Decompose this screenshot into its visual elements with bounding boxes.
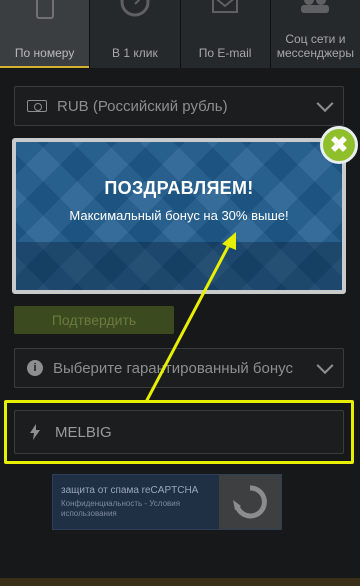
bonus-select[interactable]: i Выберите гарантированный бонус [14,348,344,388]
confirm-button[interactable]: Подтвердить [14,306,174,334]
recaptcha-icon [219,475,281,529]
promo-code-value: MELBIG [55,423,112,441]
chevron-down-icon [316,357,334,375]
recaptcha-links[interactable]: Конфиденциальность - Условия использован… [61,499,219,519]
tab-label: По E-mail [198,46,252,60]
info-icon: i [27,360,43,376]
currency-value: RUB (Российский рубль) [57,97,228,115]
close-icon[interactable]: ✖ [320,126,358,164]
popup-title: ПОЗДРАВЛЯЕМ! [104,178,254,198]
envelope-icon [212,0,239,13]
lightning-icon [30,424,40,440]
chevron-down-icon [316,95,334,113]
congrats-popup: ПОЗДРАВЛЯЕМ! Максимальный бонус на 30% в… [12,138,346,294]
tab-one-click[interactable]: В 1 клик [90,0,181,68]
tab-label: По номеру [14,46,75,60]
bonus-placeholder: Выберите гарантированный бонус [53,359,293,377]
currency-select[interactable]: RUB (Российский рубль) [14,86,344,126]
tab-label: Соц сети и мессенджеры [276,32,354,60]
popup-footer-band [16,242,342,290]
users-icon [301,0,330,13]
tab-by-phone[interactable]: По номеру [0,0,91,68]
promo-code-input[interactable]: MELBIG [14,410,344,454]
speedometer-icon [120,0,150,17]
phone-icon [35,0,54,19]
currency-icon [27,100,47,112]
registration-tabs: По номеру В 1 клик По E-mail Соц сети и … [0,0,360,68]
bottom-bar [0,578,360,586]
recaptcha-widget[interactable]: защита от спама reCAPTCHA Конфиденциальн… [52,474,282,530]
tab-label: В 1 клик [112,46,158,60]
tab-social[interactable]: Соц сети и мессенджеры [270,0,360,68]
tab-by-email[interactable]: По E-mail [180,0,271,68]
recaptcha-title: защита от спама reCAPTCHA [61,485,199,496]
popup-subtitle: Максимальный бонус на 30% выше! [69,208,289,223]
